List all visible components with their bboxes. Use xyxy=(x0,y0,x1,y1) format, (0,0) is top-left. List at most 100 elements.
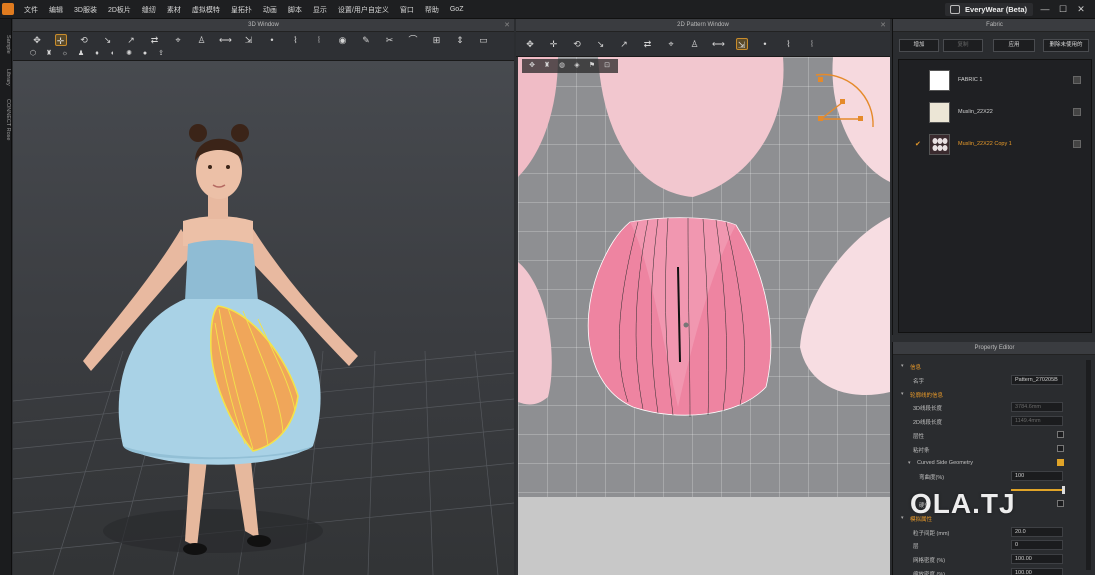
menu-item-4[interactable]: 缝纫 xyxy=(142,5,156,15)
menu-item-10[interactable]: 显示 xyxy=(313,5,327,15)
side-tab-library[interactable]: Library xyxy=(1,69,11,86)
curvature-slider[interactable] xyxy=(1011,486,1065,495)
rotate-icon[interactable]: ⟲ xyxy=(78,34,90,46)
avatar-show-icon[interactable]: ♜ xyxy=(43,48,55,60)
side-tab-sample[interactable]: Sample xyxy=(1,35,11,54)
circle-icon[interactable]: ↗ xyxy=(618,38,630,50)
pin-icon[interactable]: ↘ xyxy=(102,34,114,46)
transform-icon[interactable]: ✛ xyxy=(548,38,560,50)
texture-icon[interactable]: ☼ xyxy=(59,48,71,60)
grain-icon[interactable]: • xyxy=(759,38,771,50)
stretch-icon[interactable]: ⇕ xyxy=(454,34,466,46)
slider-handle[interactable] xyxy=(1061,486,1065,495)
property-checkbox[interactable] xyxy=(1057,444,1064,452)
layout-view-icon[interactable]: ⊡ xyxy=(601,60,613,72)
point-icon[interactable]: • xyxy=(266,34,278,46)
point-light-icon[interactable]: ✺ xyxy=(123,48,135,60)
tack-icon[interactable]: ⌖ xyxy=(172,34,184,46)
topstitch-icon[interactable]: ⌇ xyxy=(783,38,795,50)
menu-item-13[interactable]: 帮助 xyxy=(425,5,439,15)
chevron-down-icon[interactable]: ▾ xyxy=(901,391,904,397)
property-value-field[interactable]: 20.0 xyxy=(1011,526,1063,537)
app-logo-icon[interactable] xyxy=(2,3,14,15)
select-icon[interactable]: ✥ xyxy=(31,34,43,46)
rect-icon[interactable]: ⟲ xyxy=(571,38,583,50)
sun-icon[interactable]: ● xyxy=(139,48,151,60)
chevron-down-icon[interactable]: ▾ xyxy=(908,460,911,466)
menu-item-6[interactable]: 虚拟模特 xyxy=(192,5,220,15)
brush-icon[interactable]: ✎ xyxy=(360,34,372,46)
graphic-icon[interactable]: ⦚ xyxy=(806,38,818,50)
property-checkbox[interactable] xyxy=(1057,431,1064,438)
button-icon[interactable]: ◉ xyxy=(337,34,349,46)
fabric-copy-button[interactable]: 复制 xyxy=(943,39,983,52)
fold-icon[interactable]: ↗ xyxy=(125,34,137,46)
fabric-texture-icon[interactable]: ⇲ xyxy=(735,38,748,50)
workspace-brand[interactable]: EveryWear (Beta) xyxy=(945,3,1033,16)
maximize-button[interactable]: ☐ xyxy=(1057,3,1069,15)
polygon-icon[interactable]: ↘ xyxy=(595,38,607,50)
menu-item-8[interactable]: 动画 xyxy=(263,5,277,15)
shirt-view-icon[interactable]: ♜ xyxy=(541,60,553,72)
property-value-field[interactable]: 100 xyxy=(1011,471,1063,482)
chevron-down-icon[interactable]: ▾ xyxy=(901,515,904,521)
fabric-add-button[interactable]: 增加 xyxy=(899,39,939,52)
menu-item-7[interactable]: 皇拓扑 xyxy=(231,5,252,15)
close-icon[interactable]: ✕ xyxy=(880,19,886,32)
sew-view-icon[interactable]: ⚑ xyxy=(586,60,598,72)
fabric-options-icon[interactable] xyxy=(1073,76,1081,84)
close-icon[interactable]: ✕ xyxy=(504,19,510,32)
menu-item-1[interactable]: 编辑 xyxy=(49,5,63,15)
viewport-3d[interactable] xyxy=(13,61,514,575)
view-icon[interactable]: ⬡ xyxy=(27,48,39,60)
minimize-button[interactable]: — xyxy=(1039,3,1051,15)
property-value-field[interactable]: 100.00 xyxy=(1011,568,1063,575)
export-icon[interactable]: ⇪ xyxy=(155,48,167,60)
measure-icon[interactable]: ⟷ xyxy=(219,34,232,46)
texture-view-icon[interactable]: ◍ xyxy=(556,60,568,72)
segment-sewing-icon[interactable]: ♙ xyxy=(689,38,701,50)
property-value-field[interactable]: 100.00 xyxy=(1011,554,1063,565)
fabric-options-icon[interactable] xyxy=(1073,108,1081,116)
chevron-down-icon[interactable]: ▾ xyxy=(901,363,904,369)
edit-pattern-icon[interactable]: ✥ xyxy=(524,38,536,50)
strap-icon[interactable]: ⌇ xyxy=(290,34,302,46)
property-value-field[interactable]: 0 xyxy=(1011,540,1063,551)
property-scrollbar[interactable] xyxy=(1086,360,1091,570)
property-checkbox[interactable] xyxy=(1057,458,1064,466)
move-icon[interactable]: ✛ xyxy=(54,34,67,46)
menu-item-9[interactable]: 脚本 xyxy=(288,5,302,15)
close-button[interactable]: ✕ xyxy=(1075,3,1087,15)
fit-icon[interactable]: ⊞ xyxy=(431,34,443,46)
menu-item-12[interactable]: 窗口 xyxy=(400,5,414,15)
shade-icon[interactable]: ◐ xyxy=(107,48,119,60)
property-value-field[interactable]: Pattern_270205B xyxy=(1011,374,1063,385)
property-checkbox[interactable] xyxy=(1057,500,1064,507)
light-icon[interactable]: ♟ xyxy=(75,48,87,60)
avatar-icon[interactable]: ♙ xyxy=(196,34,208,46)
pattern-view-icon[interactable]: ✥ xyxy=(526,60,538,72)
fabric-item[interactable]: ✔ Muslin_22X22 Copy 1 xyxy=(899,132,1093,158)
mode-icon[interactable]: ♦ xyxy=(91,48,103,60)
fabric-item[interactable]: FABRIC 1 xyxy=(899,68,1093,94)
fabric-apply-button[interactable]: 应用 xyxy=(993,39,1035,52)
fabric-delete-unused-button[interactable]: 删除未使用的 xyxy=(1043,39,1089,52)
fabric-options-icon[interactable] xyxy=(1073,140,1081,148)
menu-item-0[interactable]: 文件 xyxy=(24,5,38,15)
curve-icon[interactable]: ⌖ xyxy=(665,38,677,50)
sew-icon[interactable]: ⌒ xyxy=(407,34,419,46)
viewport-2d[interactable]: ✥ ♜ ◍ ◈ ⚑ ⊡ xyxy=(518,57,890,497)
arrange-icon[interactable]: ⇄ xyxy=(149,34,161,46)
menu-item-5[interactable]: 素材 xyxy=(167,5,181,15)
menu-item-11[interactable]: 设置/用户自定义 xyxy=(338,5,389,15)
dart-icon[interactable]: ⇄ xyxy=(642,38,654,50)
trim-icon[interactable]: ✂ xyxy=(384,34,396,46)
menu-item-3[interactable]: 2D板片 xyxy=(108,5,131,15)
property-value-field[interactable]: 3784.6mm xyxy=(1011,402,1063,413)
property-value-field[interactable]: 1149.4mm xyxy=(1011,416,1063,427)
side-tab-connect[interactable]: CONNECT Rose xyxy=(1,99,11,140)
menu-item-14[interactable]: GoZ xyxy=(450,6,464,13)
pattern-icon[interactable]: ▭ xyxy=(478,34,490,46)
free-sewing-icon[interactable]: ⟷ xyxy=(712,38,725,50)
menu-item-2[interactable]: 3D服装 xyxy=(74,5,97,15)
